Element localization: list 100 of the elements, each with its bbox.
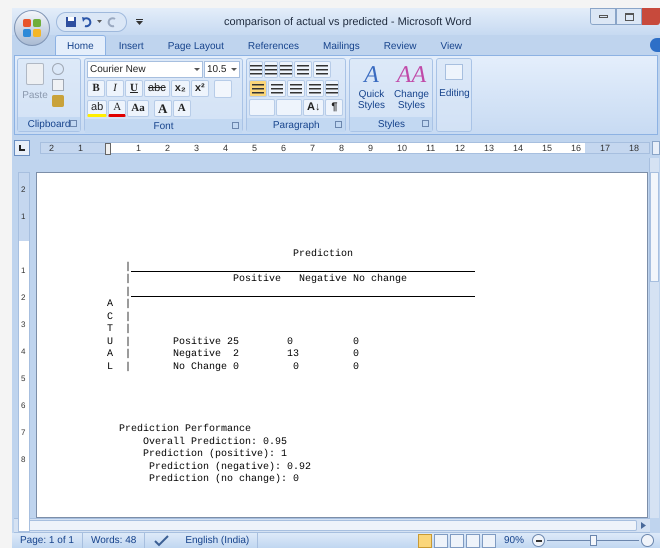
page-count[interactable]: Page: 1 of 1 bbox=[12, 533, 83, 548]
align-right-button[interactable] bbox=[287, 80, 305, 98]
customize-arrow-icon[interactable] bbox=[136, 19, 143, 25]
document-line: Prediction (no change): 0 bbox=[148, 474, 300, 487]
font-color-button[interactable]: A bbox=[108, 100, 126, 118]
horizontal-scrollbar[interactable] bbox=[14, 518, 650, 533]
ruler-number: 8 bbox=[338, 142, 344, 154]
ruler-number: 1 bbox=[78, 142, 83, 154]
ruler-number: 17 bbox=[600, 142, 610, 154]
decrease-indent-button[interactable] bbox=[294, 61, 312, 78]
ribbon-tab[interactable]: Page Layout bbox=[156, 35, 235, 56]
font-name-field[interactable]: Courier New bbox=[87, 61, 203, 78]
align-left-button[interactable] bbox=[249, 80, 267, 98]
ruler-number: 13 bbox=[484, 142, 494, 154]
zoom-level[interactable]: 90% bbox=[496, 533, 532, 548]
dialog-launcher-icon[interactable] bbox=[335, 121, 342, 128]
dropdown-arrow-icon[interactable] bbox=[97, 20, 102, 24]
ribbon-tab[interactable]: View bbox=[430, 35, 473, 56]
document-line: T | bbox=[107, 324, 132, 336]
word-count[interactable]: Words: 48 bbox=[82, 533, 146, 548]
redo-icon[interactable] bbox=[106, 16, 118, 28]
ruler-number: 1 bbox=[21, 212, 26, 222]
shrink-font-button[interactable]: A bbox=[172, 100, 191, 118]
grow-font-button[interactable]: A bbox=[154, 100, 172, 118]
group-label: Styles bbox=[378, 118, 406, 132]
ruler-number: 18 bbox=[628, 142, 639, 154]
reading-layout-button[interactable] bbox=[434, 534, 448, 548]
document-line: | bbox=[124, 262, 132, 274]
group-label: Clipboard bbox=[28, 118, 70, 132]
superscript-button[interactable]: x² bbox=[190, 80, 209, 98]
change-case-button[interactable]: Aa bbox=[127, 100, 149, 118]
ruler-number: 4 bbox=[21, 347, 26, 356]
document-line: Prediction Performance bbox=[118, 424, 252, 436]
zoom-out-button[interactable] bbox=[532, 534, 545, 547]
sort-button[interactable]: A↓ bbox=[303, 99, 324, 116]
ribbon-tab[interactable]: References bbox=[236, 35, 310, 56]
save-icon[interactable] bbox=[65, 16, 77, 28]
group-label: Paragraph bbox=[272, 118, 320, 133]
ruler-number: 7 bbox=[21, 428, 26, 438]
document-line: A | Negative 2 13 0 bbox=[107, 349, 360, 362]
center-button[interactable] bbox=[268, 80, 286, 98]
outline-button[interactable] bbox=[466, 534, 480, 548]
ruler-number: 6 bbox=[280, 142, 286, 154]
ruler-number: 3 bbox=[194, 142, 199, 154]
ruler-number: 7 bbox=[310, 142, 315, 154]
zoom-in-button[interactable] bbox=[641, 534, 654, 547]
tab-stop-selector[interactable] bbox=[14, 140, 30, 156]
restore-button[interactable] bbox=[616, 8, 642, 25]
subscript-button[interactable]: x₂ bbox=[170, 80, 190, 98]
ruler-number: 1 bbox=[136, 142, 141, 154]
document-line: L | No Change 0 0 0 bbox=[107, 362, 360, 374]
vertical-scrollbar[interactable] bbox=[649, 158, 659, 518]
scroll-thumb[interactable] bbox=[650, 172, 659, 282]
italic-button[interactable]: I bbox=[106, 80, 124, 98]
styles-icon: A bbox=[364, 61, 379, 90]
minimize-button[interactable] bbox=[590, 8, 616, 25]
ribbon-tab[interactable]: Insert bbox=[108, 35, 155, 56]
styles-icon: AA bbox=[396, 61, 426, 90]
underline-button[interactable]: U bbox=[125, 80, 143, 98]
ruler-number: 2 bbox=[48, 142, 54, 154]
language-status[interactable]: English (India) bbox=[177, 533, 258, 548]
dialog-launcher-icon[interactable] bbox=[70, 120, 77, 128]
ruler-number: 5 bbox=[252, 142, 257, 154]
scroll-right-icon[interactable] bbox=[641, 522, 646, 530]
highlight-button[interactable]: ab bbox=[87, 100, 108, 118]
draft-button[interactable] bbox=[482, 534, 496, 548]
window-title: comparison of actual vs predicted - Microsoft Word bbox=[224, 15, 472, 30]
line-spacing-button[interactable] bbox=[325, 80, 339, 98]
ruler-number: 10 bbox=[396, 142, 407, 154]
increase-indent-button[interactable] bbox=[313, 61, 331, 78]
bold-button[interactable]: B bbox=[87, 80, 105, 98]
proofing-icon[interactable] bbox=[153, 534, 170, 546]
show-marks-button[interactable]: ¶ bbox=[325, 99, 344, 116]
strikethrough-button[interactable]: abc bbox=[144, 80, 170, 98]
document-line: Prediction (negative): 0.92 bbox=[148, 462, 312, 474]
zoom-slider-thumb[interactable] bbox=[590, 535, 596, 546]
ribbon-tab[interactable]: Home bbox=[55, 35, 106, 56]
view-ruler-button[interactable] bbox=[652, 141, 660, 156]
font-size-field[interactable]: 10.5 bbox=[204, 61, 240, 78]
ribbon-tab[interactable]: Mailings bbox=[312, 35, 371, 56]
undo-icon[interactable] bbox=[81, 16, 93, 28]
zoom-slider[interactable] bbox=[547, 534, 639, 547]
print-layout-button[interactable] bbox=[418, 534, 432, 548]
scroll-thumb[interactable] bbox=[27, 520, 637, 532]
dialog-launcher-icon[interactable] bbox=[422, 120, 430, 128]
ruler-number: 2 bbox=[21, 293, 26, 302]
numbering-button[interactable] bbox=[264, 61, 278, 78]
editing-button[interactable]: Editing bbox=[439, 61, 470, 116]
quick-styles-button[interactable]: A Quick Styles bbox=[352, 61, 390, 116]
bullets-button[interactable] bbox=[249, 61, 263, 78]
help-icon[interactable] bbox=[650, 38, 660, 52]
document-line: | Positive Negative No change bbox=[124, 274, 408, 286]
dialog-launcher-icon[interactable] bbox=[232, 122, 239, 130]
ribbon-tab[interactable]: Review bbox=[372, 35, 428, 56]
multilevel-list-button[interactable] bbox=[279, 61, 293, 78]
web-layout-button[interactable] bbox=[450, 534, 464, 548]
change-styles-button[interactable]: AA Change Styles bbox=[392, 61, 430, 116]
justify-button[interactable] bbox=[306, 80, 324, 98]
ruler-number: 12 bbox=[454, 142, 465, 154]
document-line: Prediction (positive): 1 bbox=[142, 449, 288, 462]
